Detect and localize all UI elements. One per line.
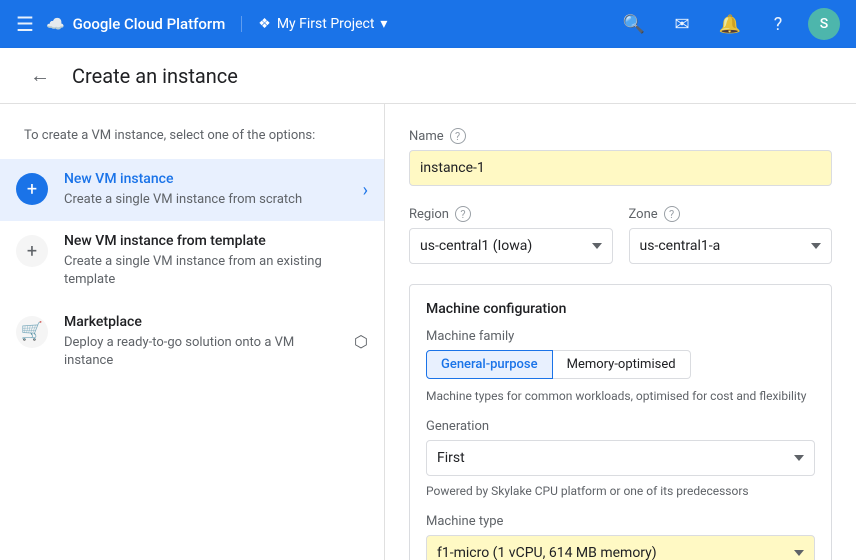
zone-label: Zone ? — [629, 206, 833, 222]
dropdown-icon: ▾ — [380, 16, 387, 32]
tab-memory-optimised[interactable]: Memory-optimised — [553, 350, 691, 379]
back-button[interactable]: ← — [24, 60, 56, 92]
sidebar-item-new-vm[interactable]: + New VM instance Create a single VM ins… — [0, 159, 384, 221]
nav-project-name: My First Project — [277, 16, 375, 32]
region-help-icon[interactable]: ? — [455, 206, 471, 222]
generation-select-wrap: FirstSecondThird — [426, 440, 815, 476]
machine-family-desc: Machine types for common workloads, opti… — [426, 389, 815, 403]
notifications-button[interactable]: 🔔 — [712, 6, 748, 42]
vm-template-icon: + — [16, 235, 48, 267]
generation-note: Powered by Skylake CPU platform or one o… — [426, 484, 815, 498]
sidebar-hint: To create a VM instance, select one of t… — [0, 120, 384, 159]
machine-type-select[interactable]: f1-micro (1 vCPU, 614 MB memory)n1-stand… — [426, 535, 815, 560]
name-section: Name ? — [409, 128, 832, 186]
machine-config-title: Machine configuration — [426, 301, 815, 317]
sidebar-item-marketplace[interactable]: 🛒 Marketplace Deploy a ready-to-go solut… — [0, 302, 384, 382]
new-vm-desc: Create a single VM instance from scratch — [64, 191, 347, 209]
help-button[interactable]: ? — [760, 6, 796, 42]
region-col: Region ? us-central1 (Iowa)us-east1 (Sou… — [409, 206, 613, 264]
machine-family-label: Machine family — [426, 329, 815, 344]
email-button[interactable]: ✉ — [664, 6, 700, 42]
hamburger-menu[interactable]: ☰ — [16, 12, 34, 36]
machine-family-tabs: General-purpose Memory-optimised — [426, 350, 815, 379]
marketplace-desc: Deploy a ready-to-go solution onto a VM … — [64, 334, 338, 370]
back-icon: ← — [30, 63, 50, 88]
zone-select[interactable]: us-central1-aus-central1-bus-central1-c — [629, 228, 833, 264]
machine-config-box: Machine configuration Machine family Gen… — [409, 284, 832, 560]
sidebar-item-vm-template[interactable]: + New VM instance from template Create a… — [0, 221, 384, 301]
region-label: Region ? — [409, 206, 613, 222]
vm-template-desc: Create a single VM instance from an exis… — [64, 253, 368, 289]
sidebar: To create a VM instance, select one of t… — [0, 104, 385, 560]
new-vm-icon: + — [16, 173, 48, 205]
marketplace-icon: 🛒 — [16, 316, 48, 348]
avatar[interactable]: S — [808, 8, 840, 40]
main-layout: To create a VM instance, select one of t… — [0, 104, 856, 560]
name-help-icon[interactable]: ? — [450, 128, 466, 144]
generation-select[interactable]: FirstSecondThird — [426, 440, 815, 476]
marketplace-content: Marketplace Deploy a ready-to-go solutio… — [64, 314, 338, 370]
project-icon: ❖ — [258, 16, 271, 32]
new-vm-arrow: › — [363, 180, 368, 201]
external-link-icon: ⬡ — [354, 332, 368, 351]
name-label: Name ? — [409, 128, 832, 144]
zone-col: Zone ? us-central1-aus-central1-bus-cent… — [629, 206, 833, 264]
region-zone-row: Region ? us-central1 (Iowa)us-east1 (Sou… — [409, 206, 832, 264]
machine-type-label: Machine type — [426, 514, 815, 529]
generation-label: Generation — [426, 419, 815, 434]
marketplace-title: Marketplace — [64, 314, 338, 330]
vm-template-content: New VM instance from template Create a s… — [64, 233, 368, 289]
sub-header: ← Create an instance — [0, 48, 856, 104]
nav-logo: ☁️ Google Cloud Platform — [46, 15, 225, 33]
content-area: Name ? Region ? us-central1 (Iowa)us-eas… — [385, 104, 856, 560]
new-vm-title: New VM instance — [64, 171, 347, 187]
cloud-icon: ☁️ — [46, 15, 65, 33]
region-select[interactable]: us-central1 (Iowa)us-east1 (South Caroli… — [409, 228, 613, 264]
new-vm-content: New VM instance Create a single VM insta… — [64, 171, 347, 209]
tab-general-purpose[interactable]: General-purpose — [426, 350, 553, 379]
search-button[interactable]: 🔍 — [616, 6, 652, 42]
zone-help-icon[interactable]: ? — [664, 206, 680, 222]
nav-logo-text: Google Cloud Platform — [73, 15, 226, 33]
page-title: Create an instance — [72, 64, 238, 88]
vm-template-title: New VM instance from template — [64, 233, 368, 249]
nav-project[interactable]: ❖ My First Project ▾ — [241, 16, 387, 32]
top-nav: ☰ ☁️ Google Cloud Platform ❖ My First Pr… — [0, 0, 856, 48]
name-input[interactable] — [409, 150, 832, 186]
